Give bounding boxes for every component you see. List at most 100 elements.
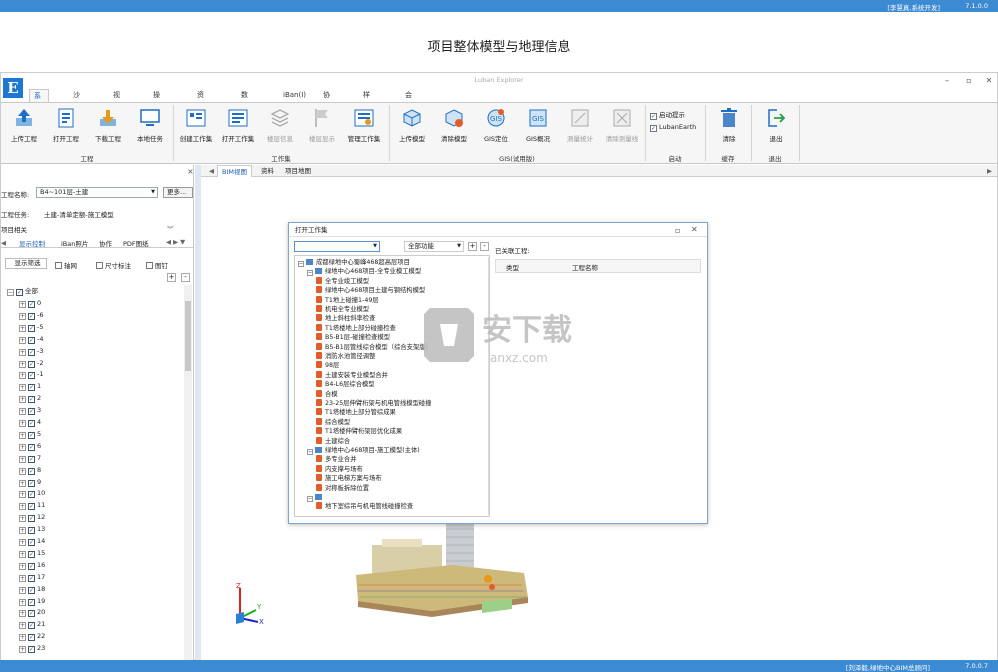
startup-tip-checkbox[interactable]: ✓ 启动提示 (650, 109, 685, 120)
floor-tree-item[interactable]: + ✓ -5 (19, 321, 43, 333)
floor-tree-item[interactable]: + ✓ 23 (19, 642, 45, 654)
lubanearth-checkbox[interactable]: ✓ LubanEarth (650, 123, 696, 132)
floor-tree-item[interactable]: + ✓ 22 (19, 630, 45, 642)
expand-all-button[interactable]: + (167, 273, 176, 282)
tab-iban-photos[interactable]: iBan照片 (61, 238, 88, 248)
tab-materials[interactable]: 资料(M) (193, 89, 213, 125)
workset-item[interactable]: 合模 (316, 389, 338, 399)
workset-item[interactable]: 施工电梯方案与场布 (316, 474, 382, 483)
tab-sandbox[interactable]: 沙盘(X) (69, 89, 87, 125)
tab-data[interactable]: 数据(D) (237, 89, 256, 125)
tab-collab[interactable]: 协作(T) (319, 89, 337, 125)
floor-display-button[interactable]: 楼层显示 (303, 107, 341, 143)
workset-item[interactable]: B5-B1层-碰撞检查模型 (316, 333, 390, 342)
floor-tree-item[interactable]: + ✓ 11 (19, 499, 45, 511)
floor-tree-item[interactable]: + ✓ 7 (19, 452, 41, 464)
floor-tree-item[interactable]: + ✓ -2 (19, 357, 43, 369)
floor-tree-item[interactable]: + ✓ 21 (19, 618, 45, 630)
workset-tree-scrollbar[interactable] (488, 257, 489, 515)
exit-button[interactable]: 退出 (757, 107, 795, 143)
local-task-button[interactable]: 本地任务 (131, 107, 169, 143)
gis-overview-button[interactable]: GIS GIS概况 (519, 107, 557, 143)
floor-tree-item[interactable]: + ✓ 6 (19, 440, 41, 452)
tab-materials-view[interactable]: 资料 (257, 165, 278, 177)
floor-tree-item[interactable]: + ✓ -3 (19, 345, 43, 357)
workset-item[interactable]: 机电全专业模型 (316, 305, 369, 314)
download-project-button[interactable]: 下载工程 (89, 107, 127, 143)
create-workset-button[interactable]: 创建工作集 (177, 107, 215, 143)
close-panel-button[interactable]: × (187, 167, 194, 176)
open-workset-button[interactable]: 打开工作集 (219, 107, 257, 143)
upload-project-button[interactable]: 上传工程 (5, 107, 43, 143)
workset-item[interactable]: 综合模型 (316, 417, 350, 427)
workset-item[interactable]: 内支撑与场布 (316, 464, 363, 474)
workset-group[interactable]: − 绿地中心468项目-施工模型(主体) (307, 446, 420, 455)
dimension-checkbox[interactable]: 尺寸标注 (96, 260, 131, 270)
close-window-button[interactable]: ✕ (983, 75, 995, 86)
tab-bim-view[interactable]: BIM视图 (217, 165, 252, 177)
floor-tree-item[interactable]: + ✓ -4 (19, 333, 43, 345)
tab-style[interactable]: 样式(Y) (359, 89, 377, 125)
workset-item[interactable]: T1塔楼伸臂桁架层优化成果 (316, 427, 402, 436)
workset-item[interactable]: 地下室综吊与机电管线碰撞检查 (316, 502, 413, 511)
floor-tree-item[interactable]: + ✓ 12 (19, 511, 45, 523)
tab-operation[interactable]: 操作(O) (149, 89, 168, 125)
workset-item[interactable]: 多专业合并 (316, 455, 356, 464)
floor-tree-item[interactable]: + ✓ 0 (19, 297, 41, 309)
floor-tree-item[interactable]: + ✓ 20 (19, 606, 45, 618)
tab-member[interactable]: 会员中心(C) (401, 89, 419, 151)
floor-tree-item[interactable]: + ✓ 10 (19, 487, 45, 499)
clear-cache-button[interactable]: 清除 (710, 107, 748, 143)
measure-button[interactable]: 测量统计 (561, 107, 599, 143)
remove-workset-button[interactable]: - (480, 242, 489, 251)
tab-scroll-right-icon[interactable]: ▶ (983, 165, 996, 177)
more-button[interactable]: 更多... (163, 187, 193, 198)
tab-project-map[interactable]: 项目地图 (281, 165, 315, 177)
floor-tree-item[interactable]: + ✓ 15 (19, 547, 45, 559)
function-select[interactable]: 全部功能 ▼ (404, 241, 464, 252)
tab-iban[interactable]: iBan(I) (279, 89, 310, 102)
tab-collab-left[interactable]: 协作 (99, 238, 112, 248)
floor-tree-item[interactable]: + ✓ 4 (19, 416, 41, 428)
project-name-select[interactable]: B4~101层-土建 ▼ (36, 187, 158, 198)
floor-tree-item[interactable]: + ✓ 13 (19, 523, 45, 535)
workset-group[interactable]: − 绿地中心468项目-全专业模工模型 (307, 267, 421, 277)
workset-group[interactable]: − (307, 493, 325, 502)
floor-tree-item[interactable]: + ✓ 3 (19, 404, 41, 416)
open-project-button[interactable]: 打开工程 (47, 107, 85, 143)
floor-tree-item[interactable]: + ✓ 18 (19, 583, 45, 595)
workset-item[interactable]: 绿地中心468项目土建与钢结构模型 (316, 286, 425, 295)
floor-tree-item[interactable]: + ✓ -1 (19, 368, 43, 380)
tab-view[interactable]: 视图(V) (109, 89, 127, 125)
floor-tree-item[interactable]: + ✓ 14 (19, 535, 45, 547)
clear-measure-button[interactable]: 清除测量线 (603, 107, 641, 143)
workset-item[interactable]: T1塔楼地上部分管综成果 (316, 408, 396, 417)
clear-model-button[interactable]: 清除模型 (435, 107, 473, 143)
workset-item[interactable]: 对称板拆除位置 (316, 483, 369, 493)
floor-tree-item[interactable]: + ✓ 19 (19, 595, 45, 607)
floor-tree-item[interactable]: + ✓ 1 (19, 380, 41, 392)
grid-checkbox[interactable]: 轴网 (55, 260, 77, 270)
workset-item[interactable]: B5-B1层管线综合模型（综合支架版） (316, 342, 432, 352)
floor-tree-item[interactable]: + ✓ 2 (19, 392, 41, 404)
upload-model-button[interactable]: 上传模型 (393, 107, 431, 143)
dialog-maximize-button[interactable]: ▫ (675, 226, 680, 235)
workset-item[interactable]: T1塔楼地上部分碰撞检查 (316, 323, 396, 333)
pin-checkbox[interactable]: 图钉 (146, 260, 168, 270)
dialog-close-button[interactable]: ✕ (691, 225, 698, 234)
workset-item[interactable]: 全专业竣工模型 (316, 276, 369, 286)
workset-item[interactable]: 消防水池管径调整 (316, 352, 375, 361)
floor-tree-item[interactable]: + ✓ 17 (19, 571, 45, 583)
workset-item[interactable]: 23-25层伸臂桁架与机电管线模型碰撞 (316, 399, 431, 408)
floor-tree-item[interactable]: + ✓ -6 (19, 309, 43, 321)
tab-display-control[interactable]: 显示控制 (19, 238, 45, 248)
restore-button[interactable]: ▫ (963, 75, 975, 86)
tab-nav-icon[interactable]: ◀ ▶ ▼ (166, 238, 185, 246)
minimize-button[interactable]: – (941, 75, 953, 86)
tab-scroll-left-icon[interactable]: ◀ (1, 239, 6, 247)
left-scrollbar-thumb[interactable] (185, 301, 191, 371)
show-filter-button[interactable]: 显示筛选 (5, 258, 47, 269)
tree-root-all[interactable]: − ✓ 全部 (7, 285, 38, 297)
workset-item[interactable]: 地上斜柱斜率检查 (316, 314, 375, 323)
tab-pdf[interactable]: PDF图纸 (123, 238, 149, 248)
